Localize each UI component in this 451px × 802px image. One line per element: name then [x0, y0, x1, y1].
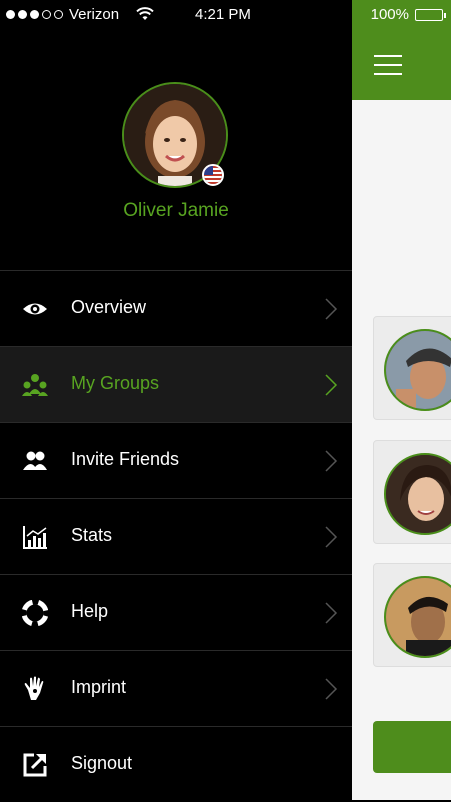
signal-dot	[18, 10, 27, 19]
battery-icon	[415, 8, 446, 21]
list-item[interactable]	[373, 440, 451, 544]
clock: 4:21 PM	[195, 6, 251, 23]
wifi-icon	[136, 7, 154, 20]
signal-dot	[6, 10, 15, 19]
battery-status: 100%	[370, 6, 446, 23]
signal-dot	[30, 10, 39, 19]
primary-action-button[interactable]	[373, 721, 451, 773]
menu-item-help[interactable]: Help	[0, 574, 352, 650]
battery-percent: 100%	[370, 6, 409, 23]
navigation-drawer: Oliver Jamie Overview My Groups Invite F…	[0, 0, 352, 800]
chevron-right-icon	[325, 298, 338, 320]
lifebuoy-icon	[22, 600, 48, 626]
menu-item-invite-friends[interactable]: Invite Friends	[0, 422, 352, 498]
menu-icon[interactable]	[374, 55, 402, 75]
menu-item-label: Imprint	[71, 677, 127, 697]
eye-icon	[23, 303, 47, 315]
avatar	[384, 453, 451, 535]
groups-icon	[22, 374, 48, 396]
drawer-menu: Overview My Groups Invite Friends Stats …	[0, 270, 352, 802]
chevron-right-icon	[325, 602, 338, 624]
avatar	[384, 576, 451, 658]
carrier-info: Verizon	[6, 6, 119, 23]
list-item[interactable]	[373, 563, 451, 667]
menu-item-imprint[interactable]: Imprint	[0, 650, 352, 726]
stats-icon	[23, 526, 47, 549]
menu-item-label: Signout	[71, 753, 133, 773]
signal-dot	[54, 10, 63, 19]
chevron-right-icon	[325, 526, 338, 548]
us-flag-icon	[202, 164, 224, 186]
chevron-right-icon	[325, 450, 338, 472]
menu-item-label: Stats	[71, 525, 113, 545]
friends-icon	[23, 451, 47, 470]
avatar	[384, 329, 451, 411]
external-link-icon	[23, 753, 47, 777]
profile-avatar-wrap[interactable]	[122, 82, 228, 188]
status-bar: Verizon 4:21 PM 100%	[0, 0, 451, 30]
menu-item-label: Help	[71, 601, 109, 621]
profile-name[interactable]: Oliver Jamie	[0, 200, 352, 222]
menu-item-signout[interactable]: Signout	[0, 726, 352, 802]
menu-item-label: Invite Friends	[71, 449, 180, 469]
hand-icon	[24, 676, 44, 700]
menu-item-overview[interactable]: Overview	[0, 270, 352, 346]
menu-item-stats[interactable]: Stats	[0, 498, 352, 574]
main-content[interactable]	[352, 0, 451, 800]
carrier-name: Verizon	[69, 6, 120, 23]
list-item[interactable]	[373, 316, 451, 420]
menu-item-label: Overview	[71, 297, 147, 317]
signal-strength-icon	[6, 10, 63, 19]
chevron-right-icon	[325, 678, 338, 700]
signal-dot	[42, 10, 51, 19]
menu-item-my-groups[interactable]: My Groups	[0, 346, 352, 422]
menu-item-label: My Groups	[71, 373, 160, 393]
chevron-right-icon	[325, 374, 338, 396]
profile-header: Oliver Jamie	[0, 0, 352, 270]
